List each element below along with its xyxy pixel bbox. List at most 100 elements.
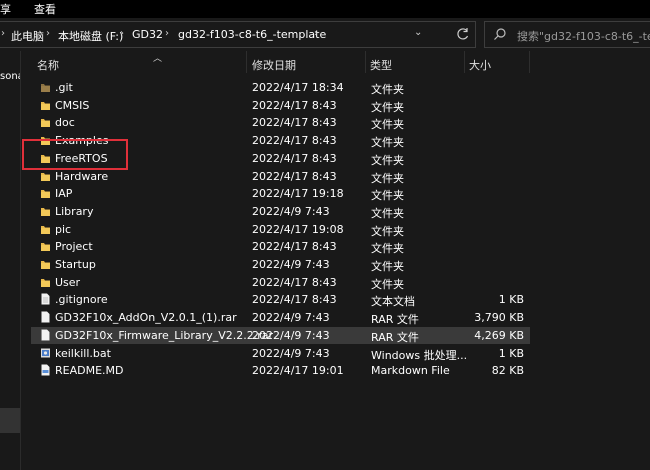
file-type: 文件夹 bbox=[371, 100, 404, 114]
file-row[interactable]: GD32F10x_AddOn_V2.0.1_(1).rar 2022/4/9 7:… bbox=[31, 309, 530, 326]
file-row[interactable]: User 2022/4/17 8:43 文件夹 bbox=[31, 274, 530, 291]
column-divider[interactable] bbox=[365, 51, 366, 73]
file-name: .gitignore bbox=[55, 293, 108, 307]
markdown-file-icon bbox=[40, 364, 51, 376]
file-name: .git bbox=[55, 81, 73, 94]
file-date: 2022/4/17 8:43 bbox=[252, 275, 337, 289]
file-row[interactable]: .gitignore 2022/4/17 8:43 文本文档 1 KB bbox=[31, 291, 530, 308]
file-size: 4,269 KB bbox=[474, 328, 524, 342]
breadcrumb-drive-f[interactable]: 本地磁盘 (F:) bbox=[58, 28, 123, 44]
column-divider[interactable] bbox=[464, 51, 465, 73]
file-type: 文件夹 bbox=[371, 224, 404, 238]
file-date: 2022/4/17 18:34 bbox=[252, 81, 344, 94]
breadcrumb-template[interactable]: gd32-f103-c8-t6_-template bbox=[178, 28, 326, 41]
file-row[interactable]: pic 2022/4/17 19:08 文件夹 bbox=[31, 221, 530, 238]
pane-divider[interactable] bbox=[20, 51, 21, 470]
file-size: 1 KB bbox=[498, 293, 524, 307]
address-bar-area: › 此电脑 › 本地磁盘 (F:) › GD32 › gd32-f103-c8-… bbox=[0, 18, 650, 51]
file-date: 2022/4/9 7:43 bbox=[252, 346, 330, 360]
file-row[interactable]: IAP 2022/4/17 19:18 文件夹 bbox=[31, 185, 530, 202]
folder-icon bbox=[40, 205, 51, 217]
folder-icon bbox=[40, 258, 51, 270]
file-name: README.MD bbox=[55, 364, 124, 378]
file-date: 2022/4/17 8:43 bbox=[252, 116, 337, 130]
file-type: 文件夹 bbox=[371, 242, 404, 256]
file-type: 文件夹 bbox=[371, 206, 404, 220]
file-type: 文本文档 bbox=[371, 295, 415, 309]
file-size: 82 KB bbox=[491, 364, 524, 378]
file-type: Windows 批处理... bbox=[371, 348, 468, 362]
file-type: 文件夹 bbox=[371, 277, 404, 291]
menu-bar: 享 查看 bbox=[0, 0, 650, 18]
file-row[interactable]: CMSIS 2022/4/17 8:43 文件夹 bbox=[31, 97, 530, 114]
column-divider[interactable] bbox=[529, 51, 530, 73]
column-header-size[interactable]: 大小 bbox=[469, 57, 491, 73]
search-icon bbox=[494, 28, 506, 40]
file-type: 文件夹 bbox=[371, 171, 404, 185]
file-date: 2022/4/17 8:43 bbox=[252, 293, 337, 307]
file-type: 文件夹 bbox=[371, 136, 404, 150]
file-type: 文件夹 bbox=[371, 189, 404, 203]
menu-item-share[interactable]: 享 bbox=[0, 1, 11, 17]
file-row[interactable]: .git 2022/4/17 18:34 文件夹 bbox=[31, 79, 530, 96]
folder-icon bbox=[40, 240, 51, 252]
breadcrumb-this-pc[interactable]: 此电脑 bbox=[11, 28, 44, 44]
breadcrumb-separator-icon: › bbox=[1, 28, 5, 39]
file-size: 3,790 KB bbox=[474, 311, 524, 325]
column-header-type[interactable]: 类型 bbox=[370, 57, 392, 73]
file-name: doc bbox=[55, 116, 75, 130]
file-date: 2022/4/17 8:43 bbox=[252, 169, 337, 183]
folder-dim-icon bbox=[40, 81, 51, 93]
folder-icon bbox=[40, 170, 51, 182]
file-date: 2022/4/17 8:43 bbox=[252, 151, 337, 165]
file-date: 2022/4/9 7:43 bbox=[252, 328, 330, 342]
batch-file-icon bbox=[40, 347, 51, 359]
text-file-icon bbox=[40, 293, 51, 305]
nav-item-selected[interactable] bbox=[0, 408, 20, 433]
breadcrumb-separator-icon[interactable]: › bbox=[46, 28, 50, 39]
file-row[interactable]: README.MD 2022/4/17 19:01 Markdown File 82 … bbox=[31, 362, 530, 379]
sort-chevron-up-icon: ︿ bbox=[153, 54, 163, 64]
file-row[interactable]: keilkill.bat 2022/4/9 7:43 Windows 批处理... 1… bbox=[31, 345, 530, 362]
address-history-chevron-down-icon[interactable]: ⌄ bbox=[414, 27, 422, 38]
folder-icon bbox=[40, 99, 51, 111]
column-divider[interactable] bbox=[246, 51, 247, 73]
breadcrumb-gd32[interactable]: GD32 bbox=[132, 28, 163, 41]
file-name: GD32F10x_Firmware_Library_V2.2.2.rar bbox=[55, 328, 273, 342]
file-name: Project bbox=[55, 240, 93, 254]
file-row[interactable]: Hardware 2022/4/17 8:43 文件夹 bbox=[31, 168, 530, 185]
file-type: RAR 文件 bbox=[371, 330, 419, 344]
refresh-icon[interactable] bbox=[454, 25, 472, 43]
file-row[interactable]: Startup 2022/4/9 7:43 文件夹 bbox=[31, 256, 530, 273]
file-type: RAR 文件 bbox=[371, 313, 419, 327]
file-date: 2022/4/9 7:43 bbox=[252, 311, 330, 325]
archive-file-icon bbox=[40, 311, 51, 323]
file-name: pic bbox=[55, 222, 72, 236]
breadcrumb-separator-icon[interactable]: › bbox=[165, 28, 169, 39]
file-name: Library bbox=[55, 204, 94, 218]
search-box[interactable]: 搜索"gd32-f103-c8-t6_-temp bbox=[484, 21, 650, 48]
nav-item-partial-label[interactable]: sona bbox=[0, 71, 20, 82]
address-bar[interactable]: › 此电脑 › 本地磁盘 (F:) › GD32 › gd32-f103-c8-… bbox=[0, 21, 476, 48]
column-header-date[interactable]: 修改日期 bbox=[252, 57, 296, 73]
file-row[interactable]: Library 2022/4/9 7:43 文件夹 bbox=[31, 203, 530, 220]
navigation-pane: sona bbox=[0, 51, 20, 470]
search-placeholder: 搜索"gd32-f103-c8-t6_-temp bbox=[517, 30, 650, 43]
file-name: Hardware bbox=[55, 169, 109, 183]
file-name: User bbox=[55, 275, 81, 289]
breadcrumb-separator-icon[interactable]: › bbox=[314, 28, 318, 39]
annotation-highlight-box bbox=[22, 139, 128, 170]
breadcrumb-separator-icon[interactable]: › bbox=[120, 28, 124, 39]
menu-item-view[interactable]: 查看 bbox=[34, 1, 56, 17]
archive-file-icon bbox=[40, 329, 51, 341]
file-row[interactable]: GD32F10x_Firmware_Library_V2.2.2.rar 2022… bbox=[31, 326, 530, 344]
file-date: 2022/4/17 19:01 bbox=[252, 364, 344, 378]
file-date: 2022/4/17 19:08 bbox=[252, 222, 344, 236]
folder-icon bbox=[40, 223, 51, 235]
file-row[interactable]: doc 2022/4/17 8:43 文件夹 bbox=[31, 114, 530, 131]
file-type: 文件夹 bbox=[371, 153, 404, 167]
column-header-name[interactable]: 名称 bbox=[37, 57, 59, 73]
file-name: IAP bbox=[55, 187, 73, 201]
file-name: Startup bbox=[55, 258, 96, 271]
file-row[interactable]: Project 2022/4/17 8:43 文件夹 bbox=[31, 238, 530, 255]
